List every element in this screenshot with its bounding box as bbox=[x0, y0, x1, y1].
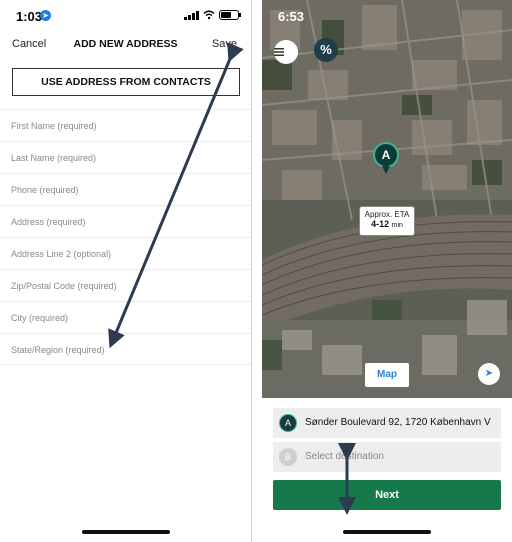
destination-row[interactable]: B Select destination bbox=[273, 442, 501, 472]
zip-field[interactable]: Zip/Postal Code (required) bbox=[0, 269, 251, 301]
first-name-field[interactable]: First Name (required) bbox=[0, 109, 251, 141]
menu-icon bbox=[274, 48, 284, 56]
destination-input[interactable]: Select destination bbox=[305, 442, 384, 472]
pin-tail bbox=[382, 166, 390, 174]
origin-address: Sønder Boulevard 92, 1720 København V bbox=[305, 417, 491, 428]
use-contacts-button[interactable]: USE ADDRESS FROM CONTACTS bbox=[12, 68, 240, 96]
navigate-icon: ➤ bbox=[484, 368, 494, 379]
phone-field[interactable]: Phone (required) bbox=[0, 173, 251, 205]
status-time: 6:53 bbox=[278, 9, 305, 24]
map-button[interactable]: Map bbox=[365, 363, 409, 387]
battery-icon bbox=[219, 10, 241, 20]
wifi-icon bbox=[203, 10, 215, 20]
location-arrow-icon: ➤ bbox=[40, 10, 51, 21]
status-bar: 6:53 bbox=[262, 0, 512, 32]
status-bar: 1:03 ➤ bbox=[0, 0, 251, 32]
origin-badge: A bbox=[279, 414, 297, 432]
city-field[interactable]: City (required) bbox=[0, 301, 251, 333]
last-name-field[interactable]: Last Name (required) bbox=[0, 141, 251, 173]
home-indicator bbox=[343, 530, 431, 534]
nav-bar: Cancel ADD NEW ADDRESS Save bbox=[0, 34, 251, 56]
signal-icon bbox=[184, 10, 199, 20]
locate-button[interactable]: ➤ bbox=[478, 363, 500, 385]
state-field[interactable]: State/Region (required) bbox=[0, 333, 251, 365]
menu-button[interactable] bbox=[274, 40, 298, 64]
destination-badge: B bbox=[279, 448, 297, 466]
ride-screen: 6:53 % A Approx. ETA 4-12 min Map ➤ A Sø… bbox=[262, 0, 512, 542]
satellite-map-image bbox=[262, 0, 512, 398]
map-view[interactable]: 6:53 % A Approx. ETA 4-12 min Map ➤ bbox=[262, 0, 512, 398]
add-address-screen: 1:03 ➤ Cancel ADD NEW ADDRESS Save USE A… bbox=[0, 0, 252, 542]
status-time: 1:03 bbox=[16, 9, 43, 24]
origin-row[interactable]: A Sønder Boulevard 92, 1720 København V bbox=[273, 408, 501, 438]
address-field[interactable]: Address (required) bbox=[0, 205, 251, 237]
eta-unit: min bbox=[391, 222, 403, 229]
address-line2-field[interactable]: Address Line 2 (optional) bbox=[0, 237, 251, 269]
next-button[interactable]: Next bbox=[273, 480, 501, 510]
address-sheet: A Sønder Boulevard 92, 1720 København V … bbox=[262, 398, 512, 542]
save-button[interactable]: Save bbox=[212, 38, 237, 50]
eta-label: Approx. ETA bbox=[364, 210, 410, 219]
home-indicator bbox=[81, 530, 170, 534]
origin-pin[interactable]: A bbox=[373, 142, 399, 168]
eta-bubble: Approx. ETA 4-12 min bbox=[359, 206, 415, 236]
eta-range: 4-12 bbox=[371, 219, 390, 229]
percent-button[interactable]: % bbox=[314, 38, 338, 62]
